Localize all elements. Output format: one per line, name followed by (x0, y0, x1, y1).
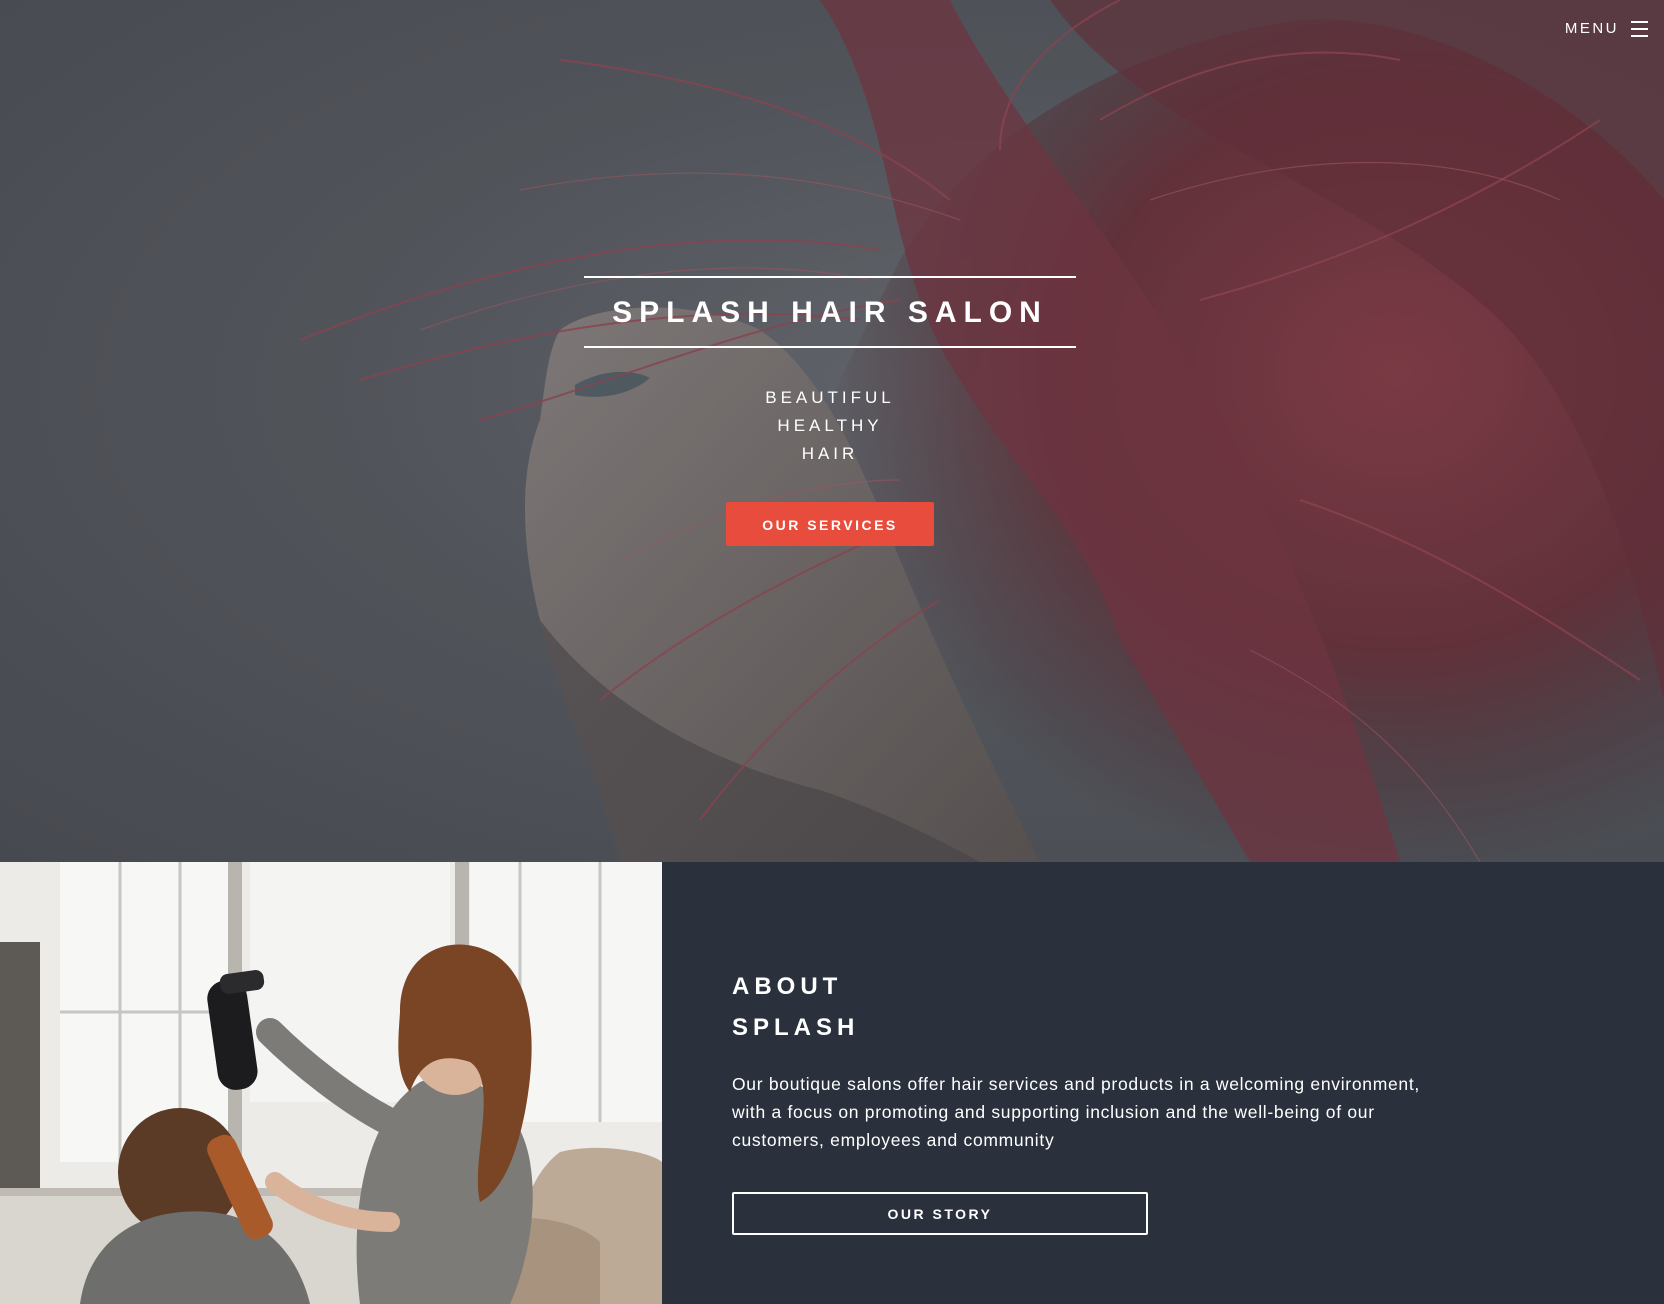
about-description: Our boutique salons offer hair services … (732, 1074, 1420, 1150)
tagline-line: HEALTHY (777, 416, 883, 435)
stylist-photo (0, 862, 662, 1304)
hero-title: SPLASH HAIR SALON (612, 296, 1048, 329)
about-section: ABOUT SPLASH Our boutique salons offer h… (662, 862, 1664, 1304)
title-bottom-rule (584, 346, 1076, 348)
about-content: ABOUT SPLASH Our boutique salons offer h… (732, 966, 1432, 1235)
tagline-line: BEAUTIFUL (765, 388, 895, 407)
hero-content: SPLASH HAIR SALON BEAUTIFUL HEALTHY HAIR… (584, 276, 1076, 546)
menu-button[interactable]: MENU (1565, 16, 1648, 41)
hamburger-icon (1631, 20, 1648, 37)
our-services-button[interactable]: OUR SERVICES (726, 502, 934, 546)
about-image (0, 862, 662, 1304)
about-heading-line: ABOUT (732, 973, 843, 1000)
tagline-line: HAIR (801, 444, 859, 463)
about-heading-line: SPLASH (732, 1014, 860, 1041)
our-story-button[interactable]: OUR STORY (732, 1192, 1148, 1235)
about-heading: ABOUT SPLASH (732, 966, 1432, 1048)
menu-label: MENU (1564, 20, 1619, 37)
hero-tagline: BEAUTIFUL HEALTHY HAIR (584, 384, 1076, 468)
hero-section: MENU SPLASH HAIR SALON BEAUTIFUL HEALTHY… (0, 0, 1664, 862)
